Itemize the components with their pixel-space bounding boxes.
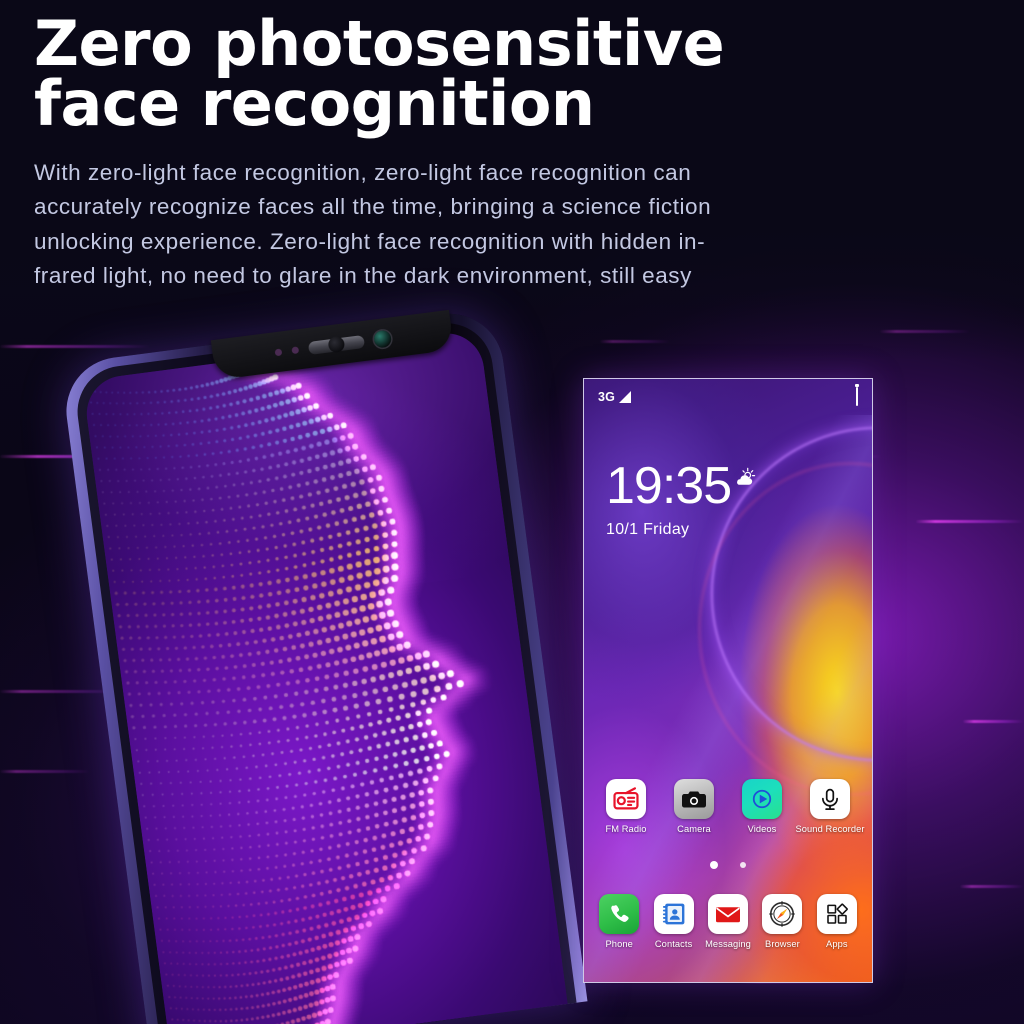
app-videos[interactable]: Videos (733, 779, 791, 834)
clock-time: 19:35 (606, 457, 732, 515)
page-title: Zero photosensitive face recognition (34, 7, 725, 141)
page-dot-active[interactable] (710, 861, 718, 869)
status-bar-right (856, 387, 858, 406)
earpiece-speaker-icon (307, 334, 365, 355)
contacts-book-icon (653, 894, 694, 934)
light-sensor-icon (290, 345, 299, 354)
right-phone-screen: 3G 19:35 10/1 Friday FM Radio Camera Vid… (583, 378, 873, 983)
signal-triangle-icon (619, 391, 632, 403)
light-streak (960, 885, 1024, 888)
app-browser[interactable]: Browser (755, 894, 809, 949)
app-label: Messaging (705, 939, 751, 949)
fm-radio-icon (606, 779, 646, 819)
promo-page: Zero photosensitive face recognition Wit… (0, 0, 1024, 1024)
app-label: Apps (826, 939, 848, 949)
videos-play-icon (742, 779, 782, 819)
microphone-icon (810, 779, 850, 819)
status-bar: 3G (584, 379, 872, 415)
app-apps[interactable]: Apps (810, 894, 864, 949)
page-dot[interactable] (740, 862, 746, 868)
app-phone[interactable]: Phone (592, 894, 646, 949)
lockscreen-clock: 19:35 10/1 Friday (606, 457, 756, 539)
app-label: Videos (747, 824, 777, 834)
compass-icon (762, 894, 803, 934)
home-apps-row: FM Radio Camera Videos Sound Recorder (584, 779, 872, 834)
app-label: Phone (605, 939, 633, 949)
light-streak (880, 330, 970, 333)
status-bar-left: 3G (598, 390, 632, 404)
battery-icon (856, 387, 858, 406)
page-description: With zero-light face recognition, zero-l… (34, 160, 712, 288)
light-streak (600, 340, 670, 343)
home-dock-row: Phone Contacts Messaging Browser Apps (584, 894, 872, 949)
app-camera[interactable]: Camera (665, 779, 723, 834)
camera-icon (674, 779, 714, 819)
app-label: Browser (765, 939, 800, 949)
clock-row: 19:35 (606, 457, 756, 515)
app-sound-recorder[interactable]: Sound Recorder (795, 779, 864, 834)
app-label: Camera (677, 824, 711, 834)
left-phone-device (59, 307, 588, 1024)
sun-cloud-icon (734, 467, 756, 487)
phone-handset-icon (599, 894, 640, 934)
copy-block: Zero photosensitive face recognition Wit… (34, 7, 984, 293)
light-streak (963, 720, 1024, 723)
front-camera-icon (372, 329, 392, 349)
page-indicator (584, 861, 872, 869)
clock-date: 10/1 Friday (606, 520, 690, 538)
light-streak (916, 520, 1024, 523)
apps-grid-icon (816, 894, 857, 934)
app-fm-radio[interactable]: FM Radio (597, 779, 655, 834)
app-messaging[interactable]: Messaging (701, 894, 755, 949)
app-label: Sound Recorder (795, 824, 865, 834)
light-streak (0, 345, 150, 348)
app-label: Contacts (654, 939, 693, 949)
envelope-icon (708, 894, 749, 934)
proximity-sensor-icon (273, 348, 282, 356)
app-label: FM Radio (605, 824, 647, 834)
network-type-label: 3G (598, 390, 616, 404)
app-contacts[interactable]: Contacts (646, 894, 700, 949)
light-streak (0, 770, 90, 773)
